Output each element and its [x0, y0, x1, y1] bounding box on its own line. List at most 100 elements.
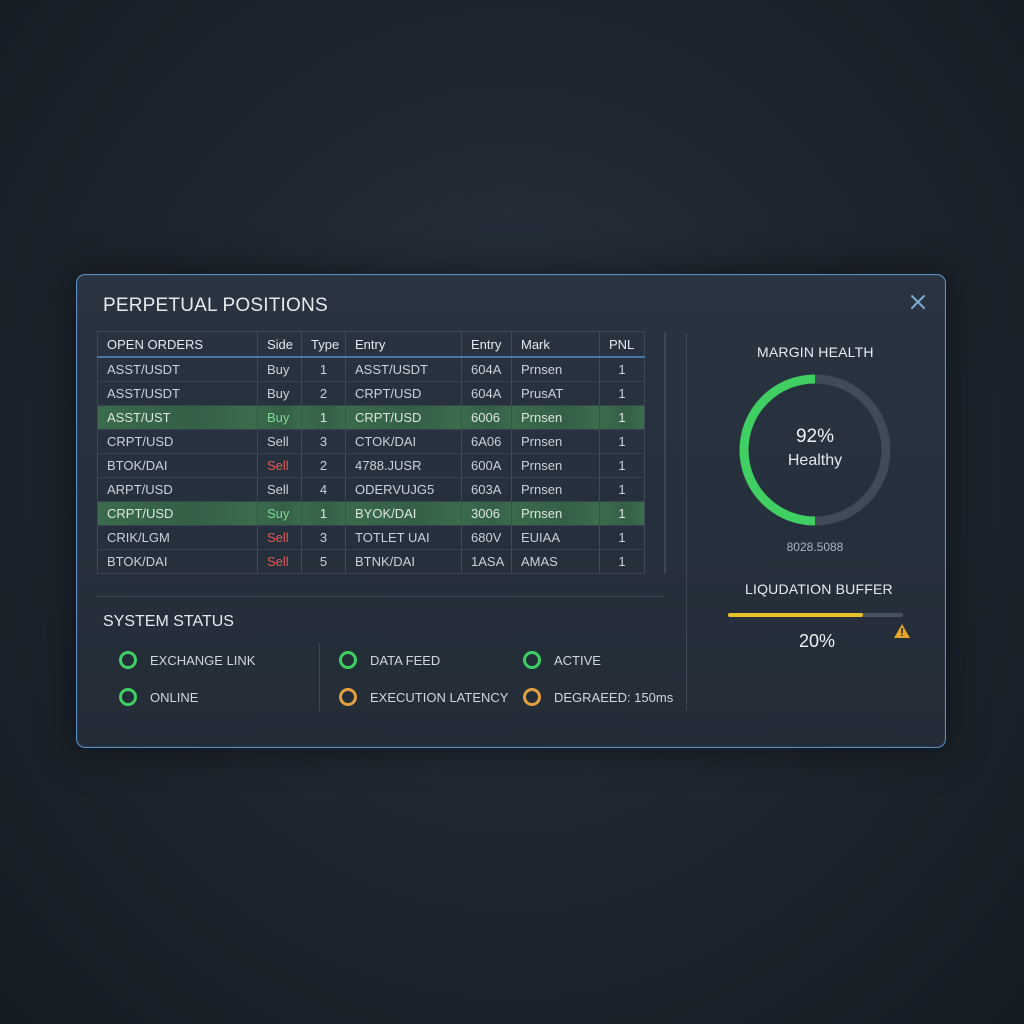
order-entry-price: 6006: [461, 405, 512, 430]
order-side: Sell: [257, 477, 302, 502]
order-type: 1: [301, 357, 346, 382]
order-side: Buy: [257, 381, 302, 406]
margin-health-percent: 92%: [795, 426, 835, 447]
order-entry: ODERVUJG5: [345, 477, 462, 502]
column-header[interactable]: PNL: [599, 331, 645, 358]
order-side: Suy: [257, 501, 302, 526]
order-mark: PrusAT: [511, 381, 600, 406]
order-pnl: 1: [599, 405, 645, 430]
order-pnl: 1: [599, 525, 645, 550]
order-entry-price: 604A: [461, 357, 512, 382]
column-header[interactable]: Entry: [345, 331, 462, 358]
table-row[interactable]: BTOK/DAI Sell 2 4788.JUSR 600A Prnsen 1: [97, 453, 645, 478]
status-degraded: DEGRAEED: 150ms: [523, 688, 673, 706]
status-label: ACTIVE: [554, 652, 601, 668]
column-header[interactable]: Entry: [461, 331, 512, 358]
status-label: DATA FEED: [370, 652, 441, 668]
table-row[interactable]: CRPT/USD Suy 1 BYOK/DAI 3006 Prnsen 1: [97, 501, 645, 526]
status-data-feed: DATA FEED: [339, 651, 440, 669]
order-mark: Prnsen: [511, 477, 600, 502]
close-icon[interactable]: [907, 291, 929, 313]
table-row[interactable]: CRPT/USD Sell 3 CTOK/DAI 6A06 Prnsen 1: [97, 429, 645, 454]
column-header[interactable]: OPEN ORDERS: [97, 331, 258, 358]
order-pair: ARPT/USD: [97, 477, 258, 502]
order-side: Sell: [257, 525, 302, 550]
table-row[interactable]: CRIK/LGM Sell 3 TOTLET UAI 680V EUIAA 1: [97, 525, 645, 550]
order-pair: BTOK/DAI: [97, 453, 258, 478]
order-mark: Prnsen: [511, 429, 600, 454]
liquidation-buffer-title: LIQUDATION BUFFER: [745, 581, 893, 597]
column-header[interactable]: Side: [257, 331, 302, 358]
status-active: ACTIVE: [523, 651, 601, 669]
order-mark: AMAS: [511, 549, 600, 574]
order-entry-price: 604A: [461, 381, 512, 406]
order-side: Sell: [257, 549, 302, 574]
table-row[interactable]: ARPT/USD Sell 4 ODERVUJG5 603A Prnsen 1: [97, 477, 645, 502]
order-entry-price: 680V: [461, 525, 512, 550]
status-online: ONLINE: [119, 688, 198, 706]
section-divider: [97, 596, 663, 597]
warning-triangle-icon: [894, 624, 910, 638]
order-entry: CRPT/USD: [345, 381, 462, 406]
order-mark: Prnsen: [511, 501, 600, 526]
order-mark: EUIAA: [511, 525, 600, 550]
section-divider: [686, 333, 687, 711]
liquidation-buffer-bar: [728, 613, 903, 617]
order-pair: ASST/USDT: [97, 381, 258, 406]
status-label: DEGRAEED: 150ms: [554, 689, 674, 705]
table-row[interactable]: ASST/UST Buy 1 CRPT/USD 6006 Prnsen 1: [97, 405, 645, 430]
status-ok-icon: [119, 688, 137, 706]
status-warn-icon: [523, 688, 541, 706]
order-entry-price: 600A: [461, 453, 512, 478]
order-pair: CRPT/USD: [97, 429, 258, 454]
status-label: EXCHANGE LINK: [150, 652, 256, 668]
order-pnl: 1: [599, 477, 645, 502]
status-warn-icon: [339, 688, 357, 706]
panel-title: PERPETUAL POSITIONS: [103, 295, 328, 316]
order-entry: BYOK/DAI: [345, 501, 462, 526]
order-entry-price: 1ASA: [461, 549, 512, 574]
margin-health-gauge: [739, 374, 891, 526]
order-pair: ASST/USDT: [97, 357, 258, 382]
margin-health-title: MARGIN HEALTH: [757, 344, 874, 360]
open-orders-table: OPEN ORDERS Side Type Entry Entry Mark P…: [97, 331, 645, 574]
status-exchange-link: EXCHANGE LINK: [119, 651, 255, 669]
order-entry: CRPT/USD: [345, 405, 462, 430]
status-divider: [319, 643, 320, 711]
order-type: 5: [301, 549, 346, 574]
status-ok-icon: [119, 651, 137, 669]
table-row[interactable]: BTOK/DAI Sell 5 BTNK/DAI 1ASA AMAS 1: [97, 549, 645, 574]
table-header-row: OPEN ORDERS Side Type Entry Entry Mark P…: [97, 331, 645, 358]
order-side: Sell: [257, 429, 302, 454]
margin-health-status: Healthy: [787, 452, 843, 469]
order-side: Sell: [257, 453, 302, 478]
order-pnl: 1: [599, 453, 645, 478]
order-pnl: 1: [599, 429, 645, 454]
order-entry: ASST/USDT: [345, 357, 462, 382]
status-ok-icon: [523, 651, 541, 669]
order-pair: ASST/UST: [97, 405, 258, 430]
order-pair: CRIK/LGM: [97, 525, 258, 550]
order-type: 1: [301, 405, 346, 430]
order-pnl: 1: [599, 501, 645, 526]
order-mark: Prnsen: [511, 453, 600, 478]
order-entry-price: 3006: [461, 501, 512, 526]
order-type: 3: [301, 429, 346, 454]
table-row[interactable]: ASST/USDT Buy 1 ASST/USDT 604A Prnsen 1: [97, 357, 645, 382]
column-header[interactable]: Type: [301, 331, 346, 358]
perpetual-positions-panel: PERPETUAL POSITIONS OPEN ORDERS Side Typ…: [76, 274, 946, 748]
liquidation-buffer-fill: [728, 613, 863, 617]
order-mark: Prnsen: [511, 357, 600, 382]
column-header[interactable]: Mark: [511, 331, 600, 358]
order-side: Buy: [257, 357, 302, 382]
table-row[interactable]: ASST/USDT Buy 2 CRPT/USD 604A PrusAT 1: [97, 381, 645, 406]
order-entry: 4788.JUSR: [345, 453, 462, 478]
order-pnl: 1: [599, 381, 645, 406]
order-type: 4: [301, 477, 346, 502]
status-label: ONLINE: [150, 689, 199, 705]
order-pair: BTOK/DAI: [97, 549, 258, 574]
order-type: 3: [301, 525, 346, 550]
table-scrollbar[interactable]: [664, 333, 666, 573]
margin-health-value: 8028.5088: [786, 540, 844, 554]
status-execution-latency: EXECUTION LATENCY: [339, 688, 508, 706]
